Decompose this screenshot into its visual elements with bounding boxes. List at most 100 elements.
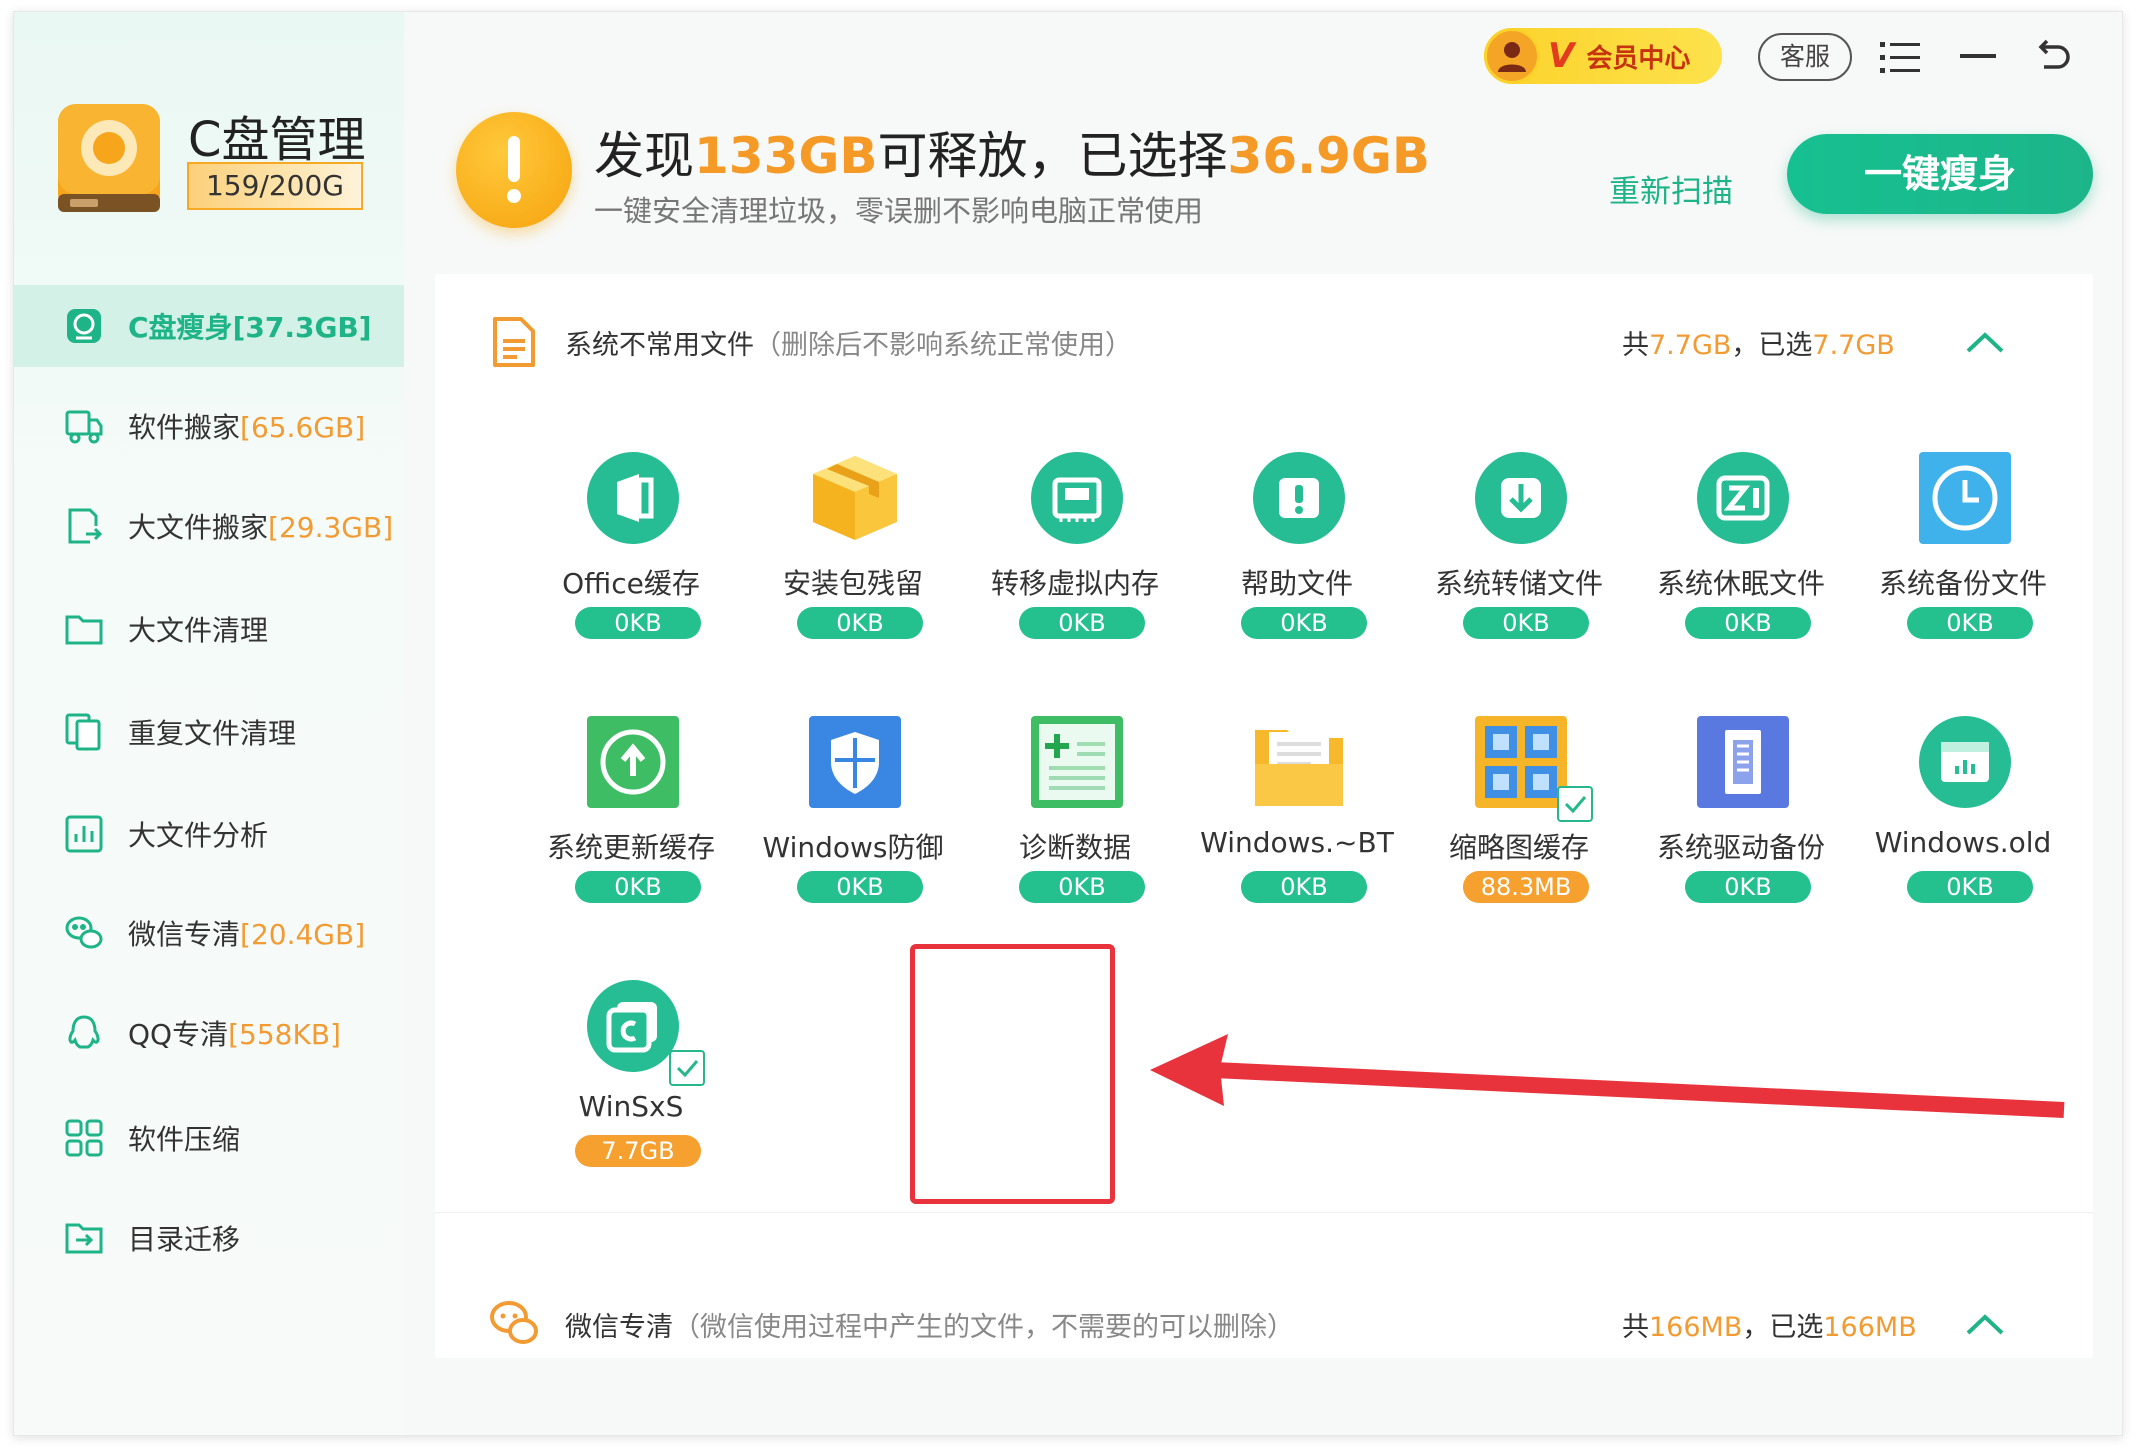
folder-docs-icon (1255, 730, 1343, 806)
arrow-annotation-icon (1150, 1034, 2065, 1118)
sidebar-item-c-slim[interactable]: C盘瘦身[37.3GB] (14, 285, 404, 367)
vip-center-button[interactable]: V 会员中心 (1484, 28, 1722, 84)
total-size: 7.7GB (1649, 329, 1732, 361)
one-key-slim-button[interactable]: 一键瘦身 (1787, 134, 2093, 214)
sidebar-item-software-move[interactable]: 软件搬家[65.6GB] (14, 385, 404, 467)
sidebar-item-label: 大文件分析 (128, 819, 269, 852)
rescan-link[interactable]: 重新扫描 (1609, 166, 1733, 211)
sidebar-item-qq-clean[interactable]: QQ专清[558KB] (14, 992, 404, 1074)
driver-icon (1697, 716, 1789, 808)
sidebar-item-label: 重复文件清理 (128, 717, 297, 750)
shield-icon (809, 716, 901, 808)
minimize-icon[interactable] (1955, 34, 2001, 80)
grid-icon (62, 1116, 106, 1160)
clean-item-office-cache[interactable]: Office缓存 0KB (541, 452, 721, 652)
sidebar-item-label: 软件搬家 (128, 411, 241, 444)
chevron-up-icon[interactable] (1962, 1309, 2008, 1339)
chevron-up-icon[interactable] (1962, 327, 2008, 357)
folder-export-icon (62, 1216, 106, 1260)
sidebar-item-large-file-clean[interactable]: 大文件清理 (14, 588, 404, 670)
clean-item-driver-backup[interactable]: 系统驱动备份 0KB (1651, 716, 1831, 916)
item-size-badge: 0KB (1463, 607, 1589, 639)
help-file-icon (1253, 452, 1345, 544)
section-header-wechat[interactable]: 微信专清（微信使用过程中产生的文件，不需要的可以删除） 共166MB，已选166… (435, 1264, 2093, 1358)
download-icon (1475, 452, 1567, 544)
section-divider (435, 1212, 2093, 1213)
item-name: WinSxS (578, 1090, 684, 1123)
separator: ， (1731, 329, 1759, 361)
item-name: Windows.old (1874, 826, 2052, 859)
total-prefix: 共 (1622, 329, 1649, 361)
vip-badge: V (1548, 36, 1575, 76)
item-name: 缩略图缓存 (1448, 831, 1589, 864)
wechat-icon (62, 911, 106, 955)
duplicate-icon (62, 710, 106, 754)
menu-icon[interactable] (1877, 34, 1923, 80)
item-name: 系统转储文件 (1434, 567, 1603, 600)
clean-item-update-cache[interactable]: 系统更新缓存 0KB (541, 716, 721, 916)
section-header-system-files[interactable]: 系统不常用文件（删除后不影响系统正常使用） 共7.7GB，已选7.7GB (435, 282, 2093, 402)
clean-item-system-dump[interactable]: 系统转储文件 0KB (1429, 452, 1609, 652)
chart-icon (62, 812, 106, 856)
section-note: （微信使用过程中产生的文件，不需要的可以删除） (673, 1311, 1294, 1343)
clean-item-installer-residue[interactable]: 安装包残留 0KB (763, 452, 943, 652)
item-size-badge: 0KB (1685, 607, 1811, 639)
sidebar-item-label: 软件压缩 (128, 1123, 241, 1156)
summary-subtitle: 一键安全清理垃圾，零误删不影响电脑正常使用 (594, 194, 1204, 228)
total-prefix: 共 (1622, 1311, 1649, 1343)
clean-item-windows-bt[interactable]: Windows.~BT 0KB (1200, 716, 1394, 916)
customer-service-button[interactable]: 客服 (1758, 33, 1852, 81)
sidebar-item-directory-migrate[interactable]: 目录迁移 (14, 1197, 404, 1279)
sidebar: C盘管理 159/200G C盘瘦身[37.3GB] 软件搬家[65.6GB] … (14, 12, 404, 1435)
selected-size: 36.9GB (1227, 127, 1431, 185)
file-category-panel: 系统不常用文件（删除后不影响系统正常使用） 共7.7GB，已选7.7GB Off… (435, 274, 2093, 1358)
package-box-icon (813, 456, 897, 540)
checkbox-checked-icon[interactable] (669, 1050, 705, 1086)
selected-size: 7.7GB (1812, 329, 1895, 361)
sidebar-item-duplicate-clean[interactable]: 重复文件清理 (14, 691, 404, 773)
wechat-icon (490, 1301, 538, 1344)
clean-item-winsxs[interactable]: WinSxS 7.7GB (541, 980, 721, 1180)
office-icon (587, 452, 679, 544)
app-title: C盘管理 (188, 112, 366, 168)
selected-size: 166MB (1823, 1311, 1917, 1343)
folder-icon (62, 607, 106, 651)
sidebar-item-label: 目录迁移 (128, 1223, 241, 1256)
scan-summary: 发现133GB可释放，已选择36.9GB (594, 116, 1430, 188)
section-title-text: 微信专清 (565, 1311, 673, 1343)
disk-slim-icon (62, 304, 106, 348)
qq-icon (62, 1011, 106, 1055)
clean-item-windows-old[interactable]: Windows.old 0KB (1873, 716, 2053, 916)
item-size-badge: 88.3MB (1463, 871, 1589, 903)
clean-item-virtual-memory[interactable]: 转移虚拟内存 0KB (985, 452, 1165, 652)
clean-item-system-backup[interactable]: 系统备份文件 0KB (1873, 452, 2053, 652)
sidebar-item-size: [20.4GB] (240, 918, 366, 951)
clean-item-diagnostics[interactable]: 诊断数据 0KB (985, 716, 1165, 916)
item-name: 系统休眠文件 (1656, 567, 1825, 600)
selected-prefix: 已选 (1769, 1311, 1824, 1343)
separator: ， (1742, 1311, 1770, 1343)
item-size-badge: 0KB (1019, 607, 1145, 639)
window-old-icon (1919, 716, 2011, 808)
clean-item-hibernation[interactable]: 系统休眠文件 0KB (1651, 452, 1831, 652)
sidebar-item-software-compress[interactable]: 软件压缩 (14, 1097, 404, 1179)
clean-item-help-files[interactable]: 帮助文件 0KB (1207, 452, 1387, 652)
clean-item-windows-defender[interactable]: Windows防御 0KB (763, 716, 944, 916)
checkbox-checked-icon[interactable] (1557, 786, 1593, 822)
sidebar-item-wechat-clean[interactable]: 微信专清[20.4GB] (14, 892, 404, 974)
back-icon[interactable] (2029, 34, 2075, 80)
sidebar-item-large-file-move[interactable]: 大文件搬家[29.3GB] (14, 485, 404, 567)
clean-item-thumbnail-cache[interactable]: 缩略图缓存 88.3MB (1429, 716, 1609, 916)
update-icon (587, 716, 679, 808)
item-name: 诊断数据 (1018, 831, 1131, 864)
file-move-icon (62, 504, 106, 548)
summary-middle: 可释放，已选择 (877, 127, 1228, 185)
sidebar-item-large-file-analysis[interactable]: 大文件分析 (14, 793, 404, 875)
item-size-badge: 0KB (1241, 871, 1367, 903)
section-total: 共166MB，已选166MB (1622, 1305, 1917, 1344)
thumbnail-icon (1475, 716, 1567, 808)
item-name: 系统驱动备份 (1656, 831, 1825, 864)
document-icon (493, 317, 535, 367)
sidebar-item-label: 大文件清理 (128, 614, 269, 647)
winsxs-icon (587, 980, 679, 1072)
